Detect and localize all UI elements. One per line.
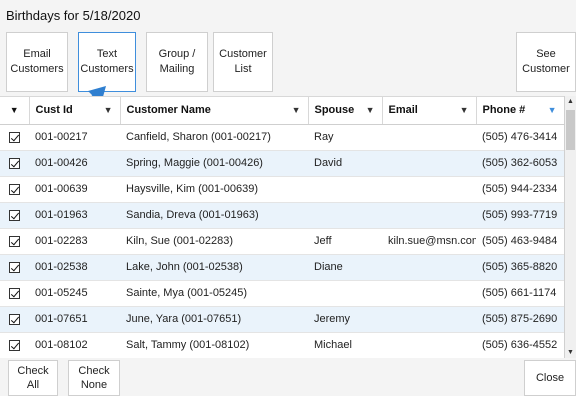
table-row[interactable]: 001-00217 Canfield, Sharon (001-00217) R…	[0, 124, 564, 151]
check-none-button[interactable]: Check None	[68, 360, 120, 396]
phone-cell: (505) 463-9484	[476, 228, 564, 255]
email-customers-button[interactable]: Email Customers	[6, 32, 68, 92]
customer-name-cell: June, Yara (001-07651)	[120, 306, 308, 333]
table-row[interactable]: 001-07651 June, Yara (001-07651) Jeremy …	[0, 306, 564, 333]
table-row[interactable]: 001-08102 Salt, Tammy (001-08102) Michae…	[0, 332, 564, 358]
group-mailing-button[interactable]: Group / Mailing	[146, 32, 208, 92]
phone-cell: (505) 636-4552	[476, 332, 564, 358]
filter-icon[interactable]: ▼	[548, 105, 557, 115]
customer-list-button[interactable]: Customer List	[213, 32, 273, 92]
column-header-phone[interactable]: Phone # ▼	[476, 97, 564, 125]
email-cell	[382, 254, 476, 281]
filter-icon[interactable]: ▼	[460, 105, 469, 115]
cust-id-cell: 001-08102	[29, 332, 120, 358]
email-cell	[382, 176, 476, 203]
phone-cell: (505) 661-1174	[476, 280, 564, 307]
row-checkbox[interactable]	[9, 287, 20, 299]
filter-icon[interactable]: ▼	[10, 105, 19, 115]
cust-id-cell: 001-07651	[29, 306, 120, 333]
phone-cell: (505) 365-8820	[476, 254, 564, 281]
spouse-cell	[308, 202, 382, 229]
spouse-cell	[308, 280, 382, 307]
phone-cell: (505) 993-7719	[476, 202, 564, 229]
vertical-scrollbar[interactable]: ▲ ▼	[564, 96, 576, 358]
text-customers-button[interactable]: Text Customers	[78, 32, 136, 92]
scroll-thumb[interactable]	[566, 110, 575, 150]
select-column-header[interactable]: ▼	[0, 97, 30, 125]
spouse-cell	[308, 176, 382, 203]
email-cell	[382, 306, 476, 333]
email-cell	[382, 150, 476, 177]
row-checkbox[interactable]	[9, 313, 20, 325]
email-cell	[382, 124, 476, 151]
phone-cell: (505) 875-2690	[476, 306, 564, 333]
cust-id-cell: 001-02283	[29, 228, 120, 255]
phone-cell: (505) 476-3414	[476, 124, 564, 151]
table-row[interactable]: 001-01963 Sandia, Dreva (001-01963) (505…	[0, 202, 564, 229]
see-customer-button[interactable]: See Customer	[516, 32, 576, 92]
customer-name-cell: Spring, Maggie (001-00426)	[120, 150, 308, 177]
table-row[interactable]: 001-02538 Lake, John (001-02538) Diane (…	[0, 254, 564, 281]
spouse-cell: Ray	[308, 124, 382, 151]
column-header-cust-id[interactable]: Cust Id ▼	[29, 97, 121, 125]
customer-name-cell: Salt, Tammy (001-08102)	[120, 332, 308, 358]
close-button[interactable]: Close	[524, 360, 576, 396]
cust-id-cell: 001-00426	[29, 150, 120, 177]
table-row[interactable]: 001-05245 Sainte, Mya (001-05245) (505) …	[0, 280, 564, 307]
email-cell: kiln.sue@msn.com	[382, 228, 476, 255]
row-checkbox[interactable]	[9, 131, 20, 143]
email-cell	[382, 332, 476, 358]
window-title: Birthdays for 5/18/2020	[6, 8, 141, 23]
customer-name-cell: Sandia, Dreva (001-01963)	[120, 202, 308, 229]
filter-icon[interactable]: ▼	[292, 105, 301, 115]
spouse-cell: Michael	[308, 332, 382, 358]
spouse-cell: Jeff	[308, 228, 382, 255]
scroll-down-icon[interactable]: ▼	[567, 349, 574, 356]
phone-cell: (505) 362-6053	[476, 150, 564, 177]
table-row[interactable]: 001-00426 Spring, Maggie (001-00426) Dav…	[0, 150, 564, 177]
customer-name-cell: Canfield, Sharon (001-00217)	[120, 124, 308, 151]
cust-id-cell: 001-00639	[29, 176, 120, 203]
customer-name-cell: Lake, John (001-02538)	[120, 254, 308, 281]
cust-id-cell: 001-05245	[29, 280, 120, 307]
row-checkbox[interactable]	[9, 157, 20, 169]
row-checkbox[interactable]	[9, 261, 20, 273]
row-checkbox[interactable]	[9, 235, 20, 247]
customer-grid: ▼ Cust Id ▼ Customer Name ▼ Spouse ▼ Email ▼…	[0, 96, 564, 358]
scroll-up-icon[interactable]: ▲	[567, 98, 574, 105]
email-cell	[382, 202, 476, 229]
column-header-spouse[interactable]: Spouse ▼	[308, 97, 383, 125]
email-cell	[382, 280, 476, 307]
spouse-cell: David	[308, 150, 382, 177]
grid-header-row: ▼ Cust Id ▼ Customer Name ▼ Spouse ▼ Email ▼…	[0, 97, 564, 125]
phone-cell: (505) 944-2334	[476, 176, 564, 203]
row-checkbox[interactable]	[9, 339, 20, 351]
cust-id-cell: 001-00217	[29, 124, 120, 151]
customer-name-cell: Kiln, Sue (001-02283)	[120, 228, 308, 255]
filter-icon[interactable]: ▼	[104, 105, 113, 115]
cust-id-cell: 001-02538	[29, 254, 120, 281]
check-all-button[interactable]: Check All	[8, 360, 58, 396]
row-checkbox[interactable]	[9, 209, 20, 221]
table-row[interactable]: 001-00639 Haysville, Kim (001-00639) (50…	[0, 176, 564, 203]
customer-name-cell: Sainte, Mya (001-05245)	[120, 280, 308, 307]
table-row[interactable]: 001-02283 Kiln, Sue (001-02283) Jeff kil…	[0, 228, 564, 255]
column-header-email[interactable]: Email ▼	[382, 97, 477, 125]
spouse-cell: Diane	[308, 254, 382, 281]
row-checkbox[interactable]	[9, 183, 20, 195]
cust-id-cell: 001-01963	[29, 202, 120, 229]
filter-icon[interactable]: ▼	[366, 105, 375, 115]
spouse-cell: Jeremy	[308, 306, 382, 333]
column-header-customer-name[interactable]: Customer Name ▼	[120, 97, 309, 125]
customer-name-cell: Haysville, Kim (001-00639)	[120, 176, 308, 203]
